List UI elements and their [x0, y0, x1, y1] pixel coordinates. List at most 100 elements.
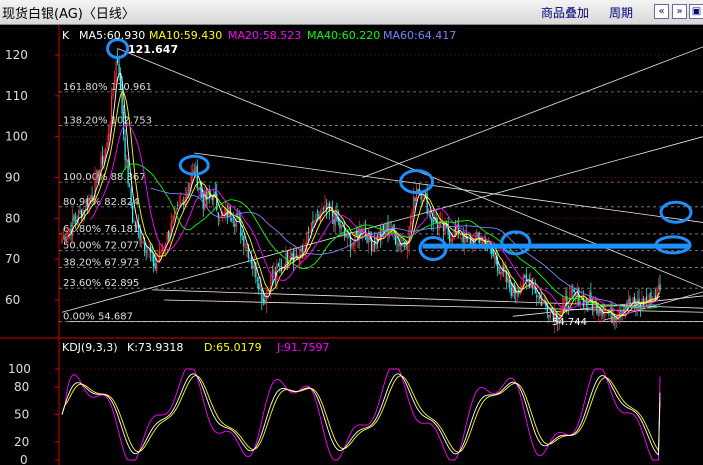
candle-body: [340, 225, 343, 229]
candle-body: [103, 155, 105, 163]
double-left-arrow-icon[interactable]: «: [654, 4, 669, 19]
overlay-button[interactable]: 商品叠加: [541, 4, 589, 21]
candle-body: [219, 219, 221, 221]
candle-body: [292, 252, 294, 262]
candle-body: [298, 258, 300, 262]
candle-body: [428, 209, 430, 214]
candle-body: [223, 212, 225, 214]
candle-body: [273, 270, 275, 274]
kdj-d-label: D:65.0179: [204, 341, 262, 354]
candle-body: [231, 217, 233, 221]
period-button[interactable]: 周期: [609, 4, 633, 21]
y-tick-label: 70: [5, 252, 20, 266]
candle-body: [198, 187, 200, 191]
kdj-tick-label: 0: [20, 453, 28, 465]
candle-body: [110, 95, 113, 124]
trend-line: [194, 152, 703, 223]
window-titlebar: 现货白银(AG)〈日线〉 商品叠加 周期 « » ▣: [0, 0, 703, 25]
candle-body: [265, 292, 267, 304]
candle-body: [411, 211, 413, 225]
candle-body: [414, 198, 416, 201]
candle-body: [461, 237, 463, 239]
fib-label: 161.80% 110.961: [63, 82, 152, 93]
candle-body: [561, 305, 563, 315]
candle-body: [135, 221, 137, 227]
candle-body: [397, 243, 400, 245]
kdj-j-line: [61, 368, 661, 461]
candle-body: [409, 221, 412, 228]
candle-body: [64, 236, 66, 241]
candle-body: [354, 232, 356, 247]
fib-label: 50.00% 72.077: [63, 241, 139, 252]
candle-body: [587, 302, 589, 305]
ma60-label: MA60:64.417: [383, 29, 456, 42]
candle-body: [187, 190, 189, 192]
candle-body: [250, 257, 252, 264]
candle-body: [199, 187, 201, 190]
kdj-tick-label: 80: [14, 380, 29, 394]
candle-body: [97, 170, 99, 181]
candle-body: [334, 210, 337, 227]
candle-body: [629, 297, 631, 305]
ma5-line: [67, 72, 661, 320]
ma10-label: MA10:59.430: [149, 29, 222, 42]
candle-body: [133, 219, 135, 222]
candle-body: [449, 233, 451, 242]
candle-body: [130, 188, 132, 206]
kdj-tick-label: 20: [14, 435, 29, 449]
fib-label: 0.00% 54.687: [63, 312, 133, 323]
candle-body: [412, 196, 415, 213]
candle-body: [612, 317, 615, 324]
candle-body: [570, 289, 572, 293]
candle-body: [372, 243, 374, 251]
fib-label: 23.60% 62.895: [63, 278, 139, 289]
candle-body: [462, 235, 464, 243]
low-annotation: 54.744: [552, 317, 587, 328]
candle-body: [207, 191, 209, 200]
candle-body: [168, 231, 170, 239]
candle-body: [415, 187, 418, 202]
candle-body: [330, 208, 332, 210]
candle-body: [659, 283, 661, 291]
candle-body: [440, 220, 442, 227]
candle-body: [367, 229, 370, 245]
candle-body: [214, 191, 216, 196]
candle-body: [264, 299, 266, 303]
fib-label: 80.90% 82.824: [63, 197, 139, 208]
candle-body: [452, 239, 454, 242]
y-tick-label: 100: [5, 130, 28, 144]
candle-body: [259, 285, 261, 287]
candle-body: [537, 296, 539, 298]
candle-body: [324, 204, 326, 206]
candle-body: [244, 246, 246, 248]
candle-body: [614, 317, 616, 321]
window-more-icon[interactable]: ▣: [689, 4, 703, 19]
kdj-title: KDJ(9,3,3): [62, 341, 118, 354]
candle-body: [192, 169, 194, 172]
candle-body: [396, 245, 398, 247]
candle-body: [153, 254, 155, 267]
candle-body: [279, 266, 281, 267]
candle-body: [261, 288, 263, 301]
candle-body: [112, 90, 114, 97]
trend-line: [117, 48, 703, 289]
candle-body: [422, 199, 424, 201]
candle-body: [258, 283, 260, 290]
candle-body: [277, 263, 279, 267]
candle-body: [572, 288, 574, 292]
candle-body: [548, 315, 550, 317]
candle-body: [349, 237, 352, 248]
y-tick-label: 90: [5, 171, 20, 185]
y-tick-label: 80: [5, 211, 20, 225]
candle-body: [303, 248, 305, 250]
candle-body: [160, 251, 162, 253]
kline-chart[interactable]: 161.80% 110.961 138.20% 102.753 100.00% 88…: [0, 25, 703, 465]
candle-body: [116, 58, 119, 64]
double-right-arrow-icon[interactable]: »: [672, 4, 687, 19]
candle-body: [252, 265, 254, 267]
candle-body: [455, 226, 457, 231]
y-tick-labels: 60 70 80 90 100 110 120 0 20 50 80 100: [5, 48, 31, 465]
candle-body: [101, 155, 104, 165]
candle-body: [181, 199, 183, 201]
candle-body: [621, 310, 624, 312]
